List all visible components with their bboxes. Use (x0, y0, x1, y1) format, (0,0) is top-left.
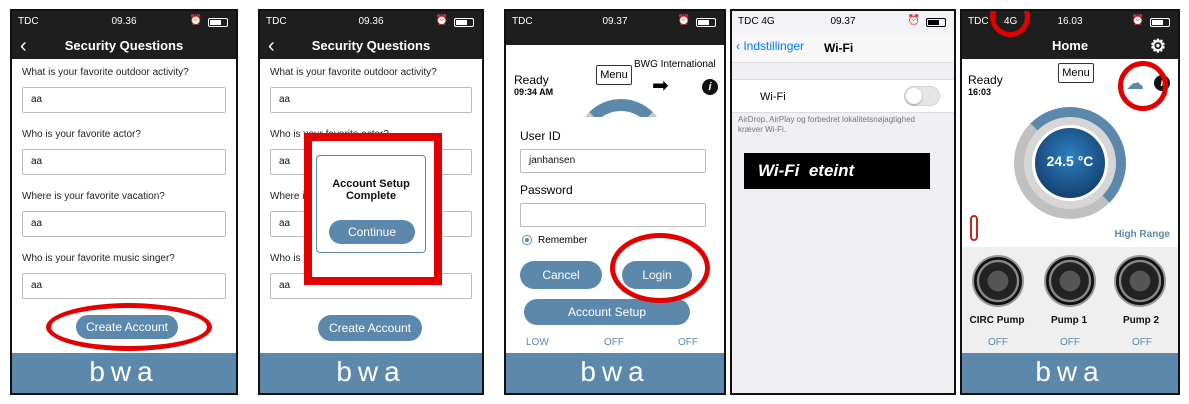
user-id-input[interactable]: janhansen (520, 149, 706, 173)
nav-bar (506, 33, 724, 45)
question-label: What is your favorite outdoor activity? (270, 67, 437, 78)
status-off: OFF (678, 337, 698, 348)
highlight-circle (1118, 61, 1168, 111)
status-bar: TDC 09.37 ⏰ (506, 11, 724, 33)
screenshot-wifi-settings: TDC 4G 09.37 ⏰ ‹ Indstillinger Wi-Fi Wi-… (730, 9, 956, 395)
question-label: Where is your favorite vacation? (22, 191, 165, 202)
footer-logo: bwa (962, 353, 1178, 393)
alarm-icon: ⏰ (435, 15, 448, 26)
temperature-dial: 24.5 °C (1014, 107, 1126, 219)
pump-2-icon[interactable] (1114, 255, 1166, 307)
question-label: What is your favorite outdoor activity? (22, 67, 189, 78)
menu-button[interactable]: Menu (1058, 63, 1094, 83)
account-setup-button[interactable]: Account Setup (524, 299, 690, 325)
footer-logo: bwa (506, 353, 724, 393)
continue-button[interactable]: Continue (329, 220, 415, 244)
circ-pump-icon[interactable] (972, 255, 1024, 307)
battery-icon (1150, 18, 1170, 27)
remember-radio[interactable] (522, 235, 532, 245)
page-title: Wi-Fi (824, 41, 854, 55)
alarm-icon: ⏰ (677, 15, 690, 26)
ready-label: Ready (514, 73, 549, 87)
alarm-icon: ⏰ (907, 15, 920, 26)
screenshot-account-complete: TDC 09.36 ⏰ ‹ Security Questions What is… (258, 9, 484, 395)
pump-state: OFF (1132, 337, 1152, 348)
ready-time: 16:03 (968, 87, 992, 97)
answer-field[interactable]: aa (22, 87, 226, 113)
ready-time: 09:34 AM (514, 87, 554, 97)
page-title: Security Questions (64, 38, 184, 53)
status-bar: TDC 09.36 ⏰ (260, 11, 482, 33)
clock: 09.36 (358, 16, 384, 27)
temperature-display: 24.5 °C (1032, 125, 1108, 201)
screenshot-home: TDC 4G 16.03 ⏰ Home ⚙ Ready 16:03 Menu ☁… (960, 9, 1180, 395)
pump-state: OFF (1060, 337, 1080, 348)
screenshot-login: TDC 09.37 ⏰ Ready 09:34 AM Menu BWG Inte… (504, 9, 726, 395)
page-title: Home (1051, 38, 1089, 53)
alarm-icon: ⏰ (189, 15, 202, 26)
temperature-value: 24.5 °C (1046, 153, 1094, 169)
info-icon[interactable]: i (702, 79, 718, 95)
highlight-circle (46, 303, 212, 351)
screenshot-security-questions: TDC 09.36 ⏰ ‹ Security Questions What is… (10, 9, 238, 395)
user-id-label: User ID (520, 129, 561, 143)
clock: 09.36 (111, 16, 137, 27)
wifi-off-banner: Wi-Fi eteint (744, 153, 930, 189)
question-label: Who is your favorite actor? (22, 129, 141, 140)
pump-state: OFF (988, 337, 1008, 348)
pump-panel: CIRC Pump Pump 1 Pump 2 OFF OFF OFF (962, 247, 1178, 357)
pump-1-icon[interactable] (1044, 255, 1096, 307)
back-chevron-icon[interactable]: ‹ (268, 33, 275, 59)
range-label: High Range (1114, 229, 1170, 240)
page-title: Security Questions (311, 38, 431, 53)
alarm-icon: ⏰ (1131, 15, 1144, 26)
nav-bar: ‹ Indstillinger Wi-Fi (732, 33, 954, 63)
answer-field[interactable]: aa (22, 211, 226, 237)
menu-button[interactable]: Menu (596, 65, 632, 85)
settings-gear-icon[interactable]: ⚙ (1150, 33, 1166, 59)
arrow-right-icon: ➡ (652, 75, 669, 97)
status-bar: TDC 09.36 ⏰ (12, 11, 236, 33)
remember-label: Remember (538, 235, 588, 246)
ready-label: Ready (968, 73, 1003, 87)
battery-icon (208, 18, 228, 27)
answer-field[interactable]: aa (22, 273, 226, 299)
pump-name: Pump 1 (1050, 315, 1088, 326)
answer-field[interactable]: aa (22, 149, 226, 175)
wifi-toggle[interactable] (904, 86, 940, 106)
battery-icon (454, 18, 474, 27)
success-dialog: Account Setup Complete Continue (316, 155, 426, 253)
back-label: Indstillinger (743, 39, 805, 53)
nav-bar: ‹ Security Questions (12, 33, 236, 59)
highlight-circle (610, 233, 710, 303)
back-chevron-icon[interactable]: ‹ (20, 33, 27, 59)
pump-name: CIRC Pump (969, 315, 1025, 326)
back-button[interactable]: ‹ Indstillinger (736, 39, 804, 53)
status-low: LOW (526, 337, 549, 348)
thermometer-icon (970, 215, 978, 241)
answer-field[interactable]: aa (270, 87, 472, 113)
brand-label: BWG International (634, 59, 716, 70)
dialog-title: Account Setup Complete (332, 178, 410, 202)
status-off: OFF (604, 337, 624, 348)
battery-icon (696, 18, 716, 27)
clock: 09.37 (602, 16, 628, 27)
status-bar: TDC 4G 09.37 ⏰ (732, 11, 954, 33)
battery-icon (926, 18, 946, 27)
nav-bar: Home ⚙ (962, 33, 1178, 59)
footer-logo: bwa (260, 353, 482, 393)
wifi-label: Wi-Fi (760, 91, 786, 103)
cancel-button[interactable]: Cancel (520, 261, 602, 289)
password-input[interactable] (520, 203, 706, 227)
clock: 09.37 (830, 16, 856, 27)
create-account-button[interactable]: Create Account (318, 315, 422, 341)
wifi-note: AirDrop, AirPlay og forbedret lokalitets… (738, 115, 915, 134)
password-label: Password (520, 183, 573, 197)
question-label: Who is your favorite music singer? (22, 253, 175, 264)
footer-logo: bwa (12, 353, 236, 393)
wifi-row: Wi-Fi (732, 79, 954, 113)
nav-bar: ‹ Security Questions (260, 33, 482, 59)
pump-name: Pump 2 (1122, 315, 1160, 326)
